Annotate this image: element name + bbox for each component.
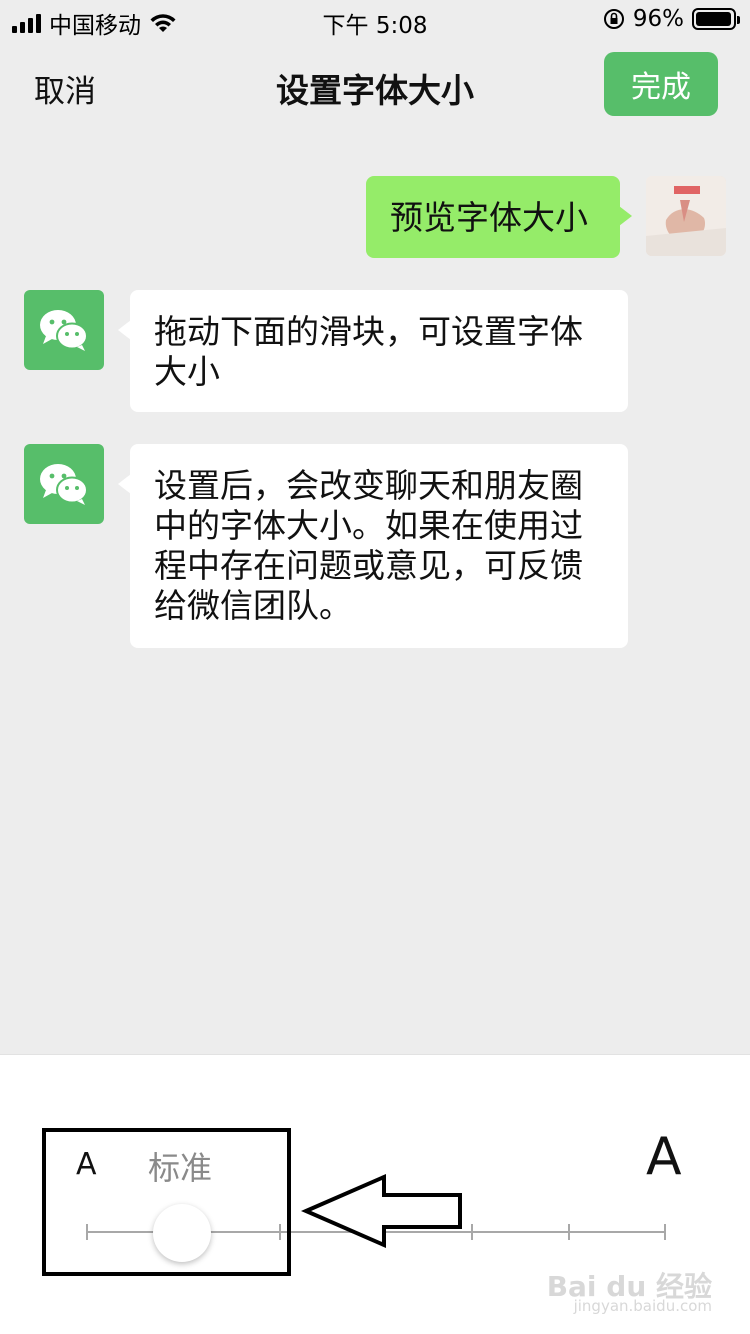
wechat-avatar[interactable] bbox=[24, 444, 104, 524]
rotation-lock-icon bbox=[603, 9, 624, 29]
large-font-label: A bbox=[646, 1127, 682, 1187]
chat-preview: 预览字体大小 拖动下面的滑块，可设置字体大小 设置后，会改变聊天和朋友圈中的字体… bbox=[0, 128, 750, 1054]
battery-icon bbox=[692, 8, 740, 30]
done-button[interactable]: 完成 bbox=[604, 52, 718, 116]
wechat-logo-icon bbox=[40, 310, 88, 351]
slider-tick bbox=[567, 1224, 570, 1240]
user-avatar[interactable] bbox=[646, 176, 726, 256]
navigation-bar: 取消 设置字体大小 完成 bbox=[0, 40, 750, 128]
outgoing-message-bubble: 预览字体大小 bbox=[366, 176, 632, 258]
font-size-panel: A 标准 A Bai du 经验 jingyan.baidu.com bbox=[0, 1054, 750, 1334]
slider-tick bbox=[471, 1224, 474, 1240]
incoming-message-bubble: 拖动下面的滑块，可设置字体大小 bbox=[118, 290, 628, 412]
avatar-photo bbox=[646, 176, 726, 256]
battery-percent: 96% bbox=[632, 6, 684, 32]
incoming-message-bubble: 设置后，会改变聊天和朋友圈中的字体大小。如果在使用过程中存在问题或意见，可反馈给… bbox=[118, 444, 628, 648]
message-text: 预览字体大小 bbox=[390, 198, 588, 237]
wechat-avatar[interactable] bbox=[24, 290, 104, 370]
annotation-highlight-box bbox=[42, 1128, 291, 1276]
message-text: 拖动下面的滑块，可设置字体大小 bbox=[154, 312, 583, 391]
annotation-arrow-icon bbox=[300, 1173, 462, 1249]
watermark-url: jingyan.baidu.com bbox=[573, 1297, 712, 1315]
status-bar: 中国移动 下午 5:08 96% bbox=[0, 0, 750, 40]
battery-level bbox=[696, 12, 731, 26]
wechat-logo-icon bbox=[40, 464, 88, 505]
message-text: 设置后，会改变聊天和朋友圈中的字体大小。如果在使用过程中存在问题或意见，可反馈给… bbox=[154, 466, 583, 625]
slider-tick bbox=[664, 1224, 666, 1240]
